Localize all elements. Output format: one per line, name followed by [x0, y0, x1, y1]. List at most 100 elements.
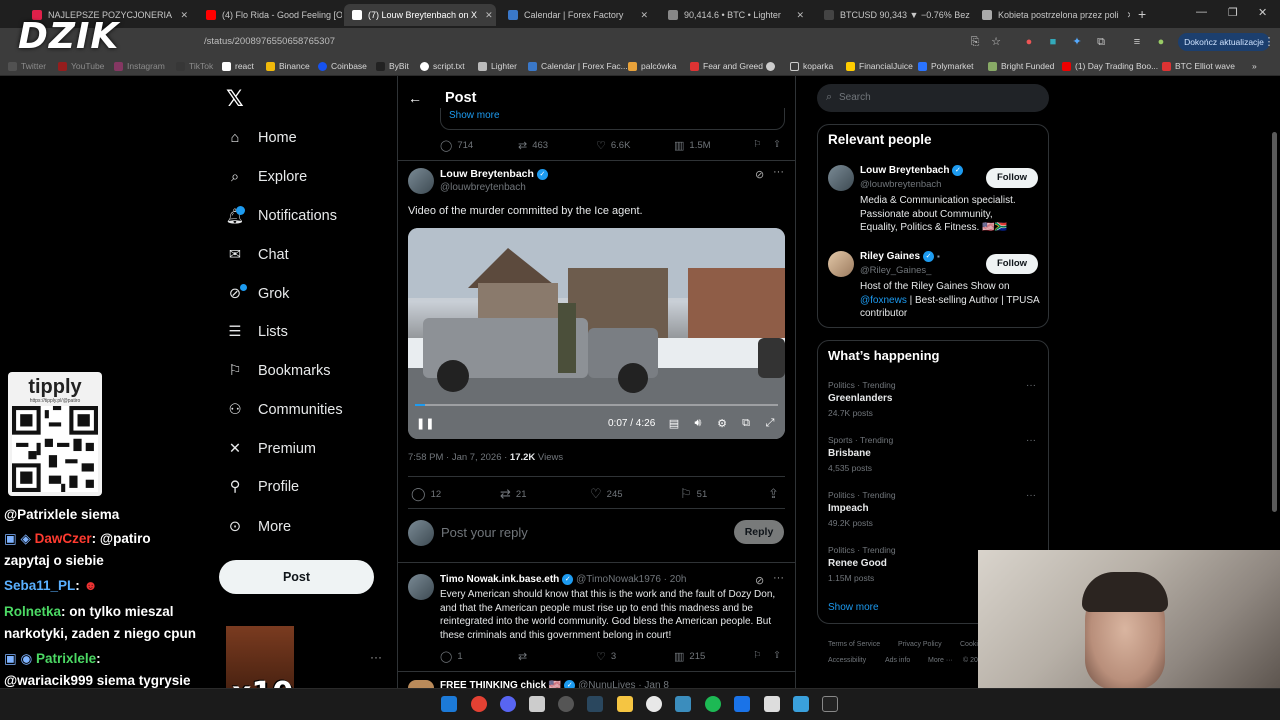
- avatar[interactable]: [828, 165, 854, 191]
- trend-more-icon[interactable]: ···: [1026, 435, 1036, 446]
- avatar[interactable]: [408, 574, 434, 600]
- bio-mention-link[interactable]: @foxnews: [860, 295, 907, 306]
- close-icon[interactable]: ✕: [788, 10, 804, 21]
- like-count[interactable]: ♡ 6.6K: [596, 139, 630, 152]
- trend-name[interactable]: Renee Good: [828, 558, 887, 569]
- restore-icon[interactable]: ❐: [1228, 6, 1238, 19]
- steam-icon[interactable]: [587, 696, 603, 712]
- bookmark[interactable]: [766, 59, 779, 73]
- bookmark[interactable]: (1) Day Trading Boo...: [1062, 59, 1158, 73]
- view-count[interactable]: ▥ 1.5M: [674, 139, 711, 152]
- bookmark[interactable]: palcówka: [628, 59, 676, 73]
- nav-profile[interactable]: ⚲ Profile: [226, 473, 299, 501]
- avatar[interactable]: [828, 251, 854, 277]
- photos-icon[interactable]: [793, 696, 809, 712]
- minimize-icon[interactable]: —: [1196, 6, 1207, 18]
- update-button[interactable]: Dokończ aktualizacje: [1178, 33, 1270, 51]
- grok-analyze-icon[interactable]: ⊘: [755, 574, 764, 587]
- captions-icon[interactable]: ▤: [667, 417, 681, 430]
- windows-start-icon[interactable]: [441, 696, 457, 712]
- nav-lists[interactable]: ☰ Lists: [226, 318, 288, 346]
- page-scrollbar[interactable]: [1272, 132, 1277, 512]
- bookmark[interactable]: script.txt: [420, 59, 465, 73]
- close-icon[interactable]: ✕: [477, 10, 493, 21]
- bookmark[interactable]: YouTube: [58, 59, 104, 73]
- share-icon[interactable]: ⇪: [773, 139, 781, 150]
- extension-icon[interactable]: ■: [1046, 35, 1060, 49]
- bookmark[interactable]: FinancialJuice: [846, 59, 913, 73]
- repost-count[interactable]: ⇄ 21: [500, 486, 526, 502]
- bookmark-count[interactable]: ⚐ 51: [680, 486, 707, 502]
- bookmark[interactable]: Polymarket: [918, 59, 974, 73]
- comment-author[interactable]: Timo Nowak.ink.base.eth ✓ @TimoNowak1976 …: [440, 574, 686, 585]
- extension-icon[interactable]: ✦: [1070, 35, 1084, 49]
- terminal-icon[interactable]: [822, 696, 838, 712]
- browser-tab[interactable]: Kobieta postrzelona przez poli✕: [974, 4, 1130, 26]
- bookmark[interactable]: Lighter: [478, 59, 517, 73]
- person-name[interactable]: Riley Gaines ✓ ▪: [860, 251, 940, 262]
- settings-gear-icon[interactable]: ⚙: [715, 417, 729, 430]
- app-icon[interactable]: [529, 696, 545, 712]
- follow-button[interactable]: Follow: [986, 168, 1038, 188]
- menu-kebab-icon[interactable]: ⋮: [1262, 35, 1276, 49]
- nav-more[interactable]: ⊙ More: [226, 513, 291, 541]
- post-timestamp[interactable]: 7:58 PM · Jan 7, 2026 ·: [408, 452, 507, 463]
- bookmark[interactable]: TikTok: [176, 59, 213, 73]
- app-icon[interactable]: [646, 696, 662, 712]
- extensions-puzzle-icon[interactable]: ⧉: [1094, 35, 1108, 49]
- notepad-icon[interactable]: [764, 696, 780, 712]
- video-player[interactable]: [408, 228, 785, 439]
- back-arrow-icon[interactable]: ←: [408, 90, 422, 106]
- new-tab-icon[interactable]: +: [1138, 6, 1146, 22]
- reply-count[interactable]: ◯ 714: [440, 139, 473, 152]
- author-handle[interactable]: @louwbreytenbach: [440, 182, 526, 193]
- bookmark[interactable]: Bright Funded: [988, 59, 1054, 73]
- profile-avatar-icon[interactable]: ●: [1154, 35, 1168, 49]
- star-icon[interactable]: ☆: [989, 35, 1003, 49]
- trend-name[interactable]: Greenlanders: [828, 393, 892, 404]
- more-options-icon[interactable]: ···: [773, 166, 784, 178]
- show-more-link[interactable]: Show more: [828, 602, 879, 613]
- account-more-icon[interactable]: ···: [370, 650, 382, 664]
- like-count[interactable]: ♡ 3: [596, 650, 616, 663]
- close-icon[interactable]: ✕: [1119, 10, 1130, 21]
- fullscreen-icon[interactable]: ⤢: [763, 417, 777, 430]
- avatar[interactable]: [408, 168, 434, 194]
- trend-name[interactable]: Brisbane: [828, 448, 871, 459]
- browser-tab[interactable]: 90,414.6 • BTC • Lighter ✕: [660, 4, 812, 26]
- obs-icon[interactable]: [558, 696, 574, 712]
- browser-tab[interactable]: Calendar | Forex Factory ✕: [500, 4, 656, 26]
- view-count[interactable]: ▥ 215: [674, 650, 705, 663]
- post-button[interactable]: Post: [219, 560, 374, 594]
- spotify-icon[interactable]: [705, 696, 721, 712]
- install-icon[interactable]: ⎘: [968, 35, 982, 49]
- bookmark[interactable]: react: [222, 59, 254, 73]
- bookmark-icon[interactable]: ⚐: [753, 139, 762, 150]
- close-icon[interactable]: ✕: [632, 10, 648, 21]
- footer-link[interactable]: Accessibility: [828, 657, 866, 664]
- repost-count[interactable]: ⇄: [518, 650, 532, 663]
- follow-button[interactable]: Follow: [986, 254, 1038, 274]
- author-name[interactable]: Louw Breytenbach ✓: [440, 168, 548, 180]
- grok-analyze-icon[interactable]: ⊘: [755, 168, 764, 181]
- footer-link[interactable]: Cooki: [960, 641, 978, 648]
- person-name[interactable]: Louw Breytenbach ✓: [860, 165, 964, 176]
- bookmark[interactable]: Calendar | Forex Fac...: [528, 59, 628, 73]
- bookmark[interactable]: BTC Elliot wave: [1162, 59, 1235, 73]
- footer-link[interactable]: Ads info: [885, 657, 910, 664]
- close-window-icon[interactable]: ✕: [1258, 6, 1267, 19]
- close-icon[interactable]: ✕: [172, 10, 188, 21]
- nav-communities[interactable]: ⚇ Communities: [226, 396, 343, 424]
- share-icon[interactable]: ⇪: [768, 486, 779, 502]
- bookmark-icon[interactable]: ⚐: [753, 650, 762, 661]
- discord-icon[interactable]: [500, 696, 516, 712]
- app-icon[interactable]: [675, 696, 691, 712]
- nav-home[interactable]: ⌂ Home: [226, 124, 297, 152]
- chrome-icon[interactable]: [471, 696, 487, 712]
- x-logo-icon[interactable]: 𝕏: [226, 86, 248, 111]
- person-handle[interactable]: @louwbreytenbach: [860, 179, 941, 190]
- playlist-icon[interactable]: ≡: [1130, 35, 1144, 49]
- bookmark[interactable]: koparka: [790, 59, 833, 73]
- volume-icon[interactable]: 🔊︎: [691, 417, 705, 430]
- show-more-link[interactable]: Show more: [449, 110, 500, 121]
